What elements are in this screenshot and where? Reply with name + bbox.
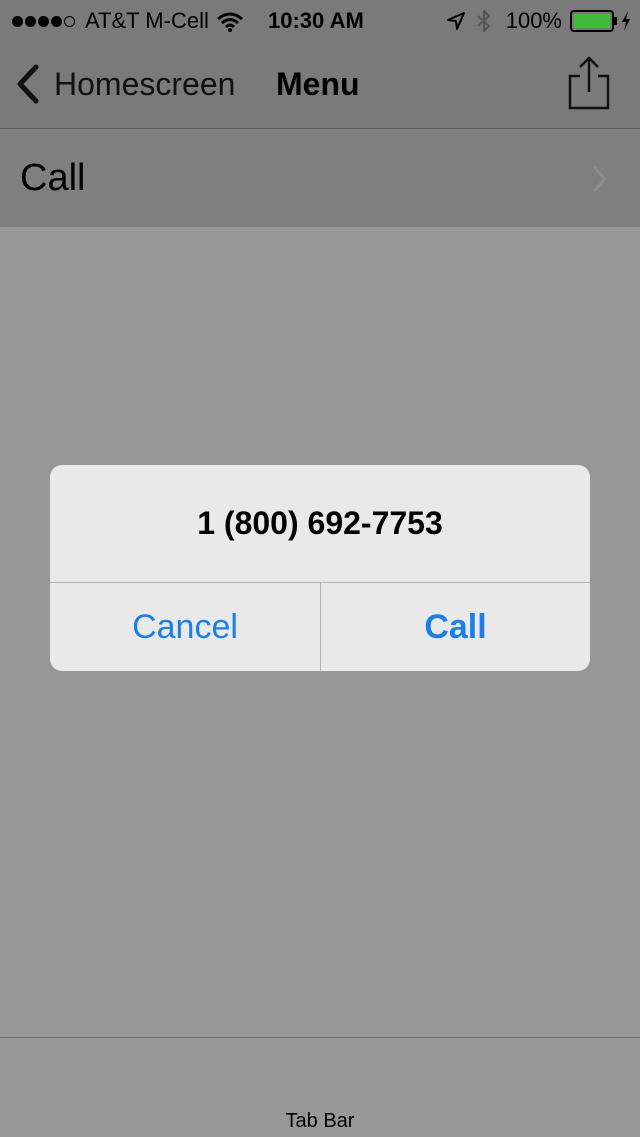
status-time: 10:30 AM — [268, 8, 364, 33]
tab-bar[interactable]: Tab Bar — [0, 1037, 640, 1137]
call-alert-dialog: 1 (800) 692-7753 Cancel Call — [50, 465, 590, 671]
back-button[interactable]: Homescreen — [14, 62, 235, 106]
signal-dot — [12, 15, 23, 27]
carrier-name: AT&T M-Cell — [85, 8, 209, 33]
signal-strength-icon — [12, 15, 77, 27]
back-chevron-icon — [17, 64, 39, 104]
location-arrow-icon — [446, 12, 465, 30]
battery-icon — [570, 10, 617, 32]
tab-bar-label: Tab Bar — [285, 1110, 355, 1132]
share-icon — [568, 56, 610, 110]
row-label: Call — [20, 157, 86, 199]
page-title: Menu — [276, 66, 360, 102]
cancel-button[interactable]: Cancel — [50, 583, 320, 671]
wifi-icon — [216, 12, 243, 32]
signal-dot — [25, 15, 36, 27]
charging-bolt-icon — [622, 11, 630, 31]
alert-message: 1 (800) 692-7753 — [197, 505, 443, 541]
navigation-bar: Homescreen Menu — [0, 40, 640, 129]
back-button-label: Homescreen — [54, 65, 236, 102]
signal-dot-empty — [64, 15, 75, 27]
status-bar: AT&T M-Cell 10:30 AM 100% — [0, 0, 640, 40]
signal-dot — [38, 15, 49, 27]
table-row-call[interactable]: Call — [0, 129, 640, 227]
status-bar-left: AT&T M-Cell — [12, 8, 243, 34]
battery-percent: 100% — [505, 8, 562, 33]
bluetooth-icon — [477, 10, 490, 32]
share-button[interactable] — [562, 56, 616, 112]
chevron-right-icon — [593, 166, 607, 192]
status-bar-right: 100% — [446, 8, 632, 34]
signal-dot — [51, 15, 62, 27]
call-button[interactable]: Call — [321, 583, 590, 671]
